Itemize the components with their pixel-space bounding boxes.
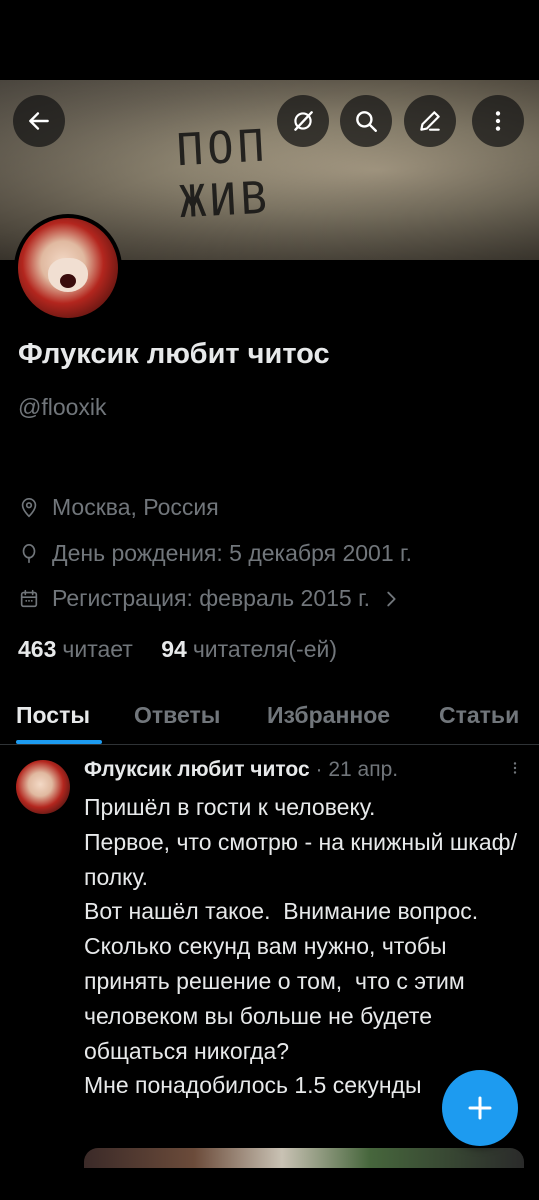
grok-icon [294, 111, 313, 131]
post-separator: · [315, 758, 323, 781]
grok-button[interactable] [277, 95, 329, 147]
avatar-mouth [60, 274, 76, 288]
following-count: 463 [18, 636, 57, 662]
followers-link[interactable]: 94 читателя(-ей) [161, 636, 337, 662]
more-button[interactable] [472, 95, 524, 147]
post-header: Флуксик любит читос · 21 апр. [84, 758, 398, 782]
edit-button[interactable] [404, 95, 456, 147]
banner-graffiti-line2: ЖИВ [178, 172, 273, 229]
tab-replies[interactable]: Ответы [134, 702, 220, 729]
location-text: Москва, Россия [52, 494, 219, 520]
user-handle: @flooxik [18, 394, 107, 420]
post-date[interactable]: 21 апр. [328, 758, 398, 781]
back-button[interactable] [13, 95, 65, 147]
plus-icon [468, 1096, 492, 1120]
tab-posts[interactable]: Посты [16, 702, 90, 729]
joined-text: Регистрация: февраль 2015 г. [52, 585, 371, 611]
search-icon [356, 111, 377, 132]
post-more-button[interactable] [506, 758, 524, 784]
following-link[interactable]: 463 читает [18, 636, 133, 662]
birthday-row: День рождения: 5 декабря 2001 г. [18, 540, 412, 567]
birthday-text: День рождения: 5 декабря 2001 г. [52, 540, 412, 566]
chevron-right-icon [387, 591, 396, 606]
followers-count: 94 [161, 636, 187, 662]
edit-icon [420, 111, 440, 131]
bottom-bar [0, 1168, 539, 1200]
profile-avatar[interactable] [14, 214, 122, 322]
search-button[interactable] [340, 95, 392, 147]
profile-tabs: Посты Ответы Избранное Статьи [0, 688, 539, 745]
tab-likes[interactable]: Избранное [267, 702, 390, 729]
more-vertical-icon [513, 762, 517, 774]
more-vertical-icon [495, 111, 501, 131]
followers-label: читателя(-ей) [192, 636, 338, 662]
post-media-image[interactable] [84, 1148, 524, 1168]
calendar-icon [20, 589, 38, 607]
joined-row[interactable]: Регистрация: февраль 2015 г. [18, 585, 402, 612]
follow-stats: 463 читает 94 читателя(-ей) [18, 636, 337, 663]
balloon-icon [22, 543, 36, 563]
tab-articles[interactable]: Статьи [439, 702, 519, 729]
display-name: Флуксик любит читос [18, 338, 330, 370]
location-pin-icon [21, 497, 37, 517]
compose-button[interactable] [442, 1070, 518, 1146]
active-tab-indicator [16, 740, 102, 744]
post-author[interactable]: Флуксик любит читос [84, 758, 310, 781]
post-avatar[interactable] [16, 760, 70, 814]
status-bar [0, 0, 539, 80]
following-label: читает [62, 636, 133, 662]
location-row: Москва, Россия [18, 494, 219, 521]
arrow-left-icon [29, 112, 49, 130]
